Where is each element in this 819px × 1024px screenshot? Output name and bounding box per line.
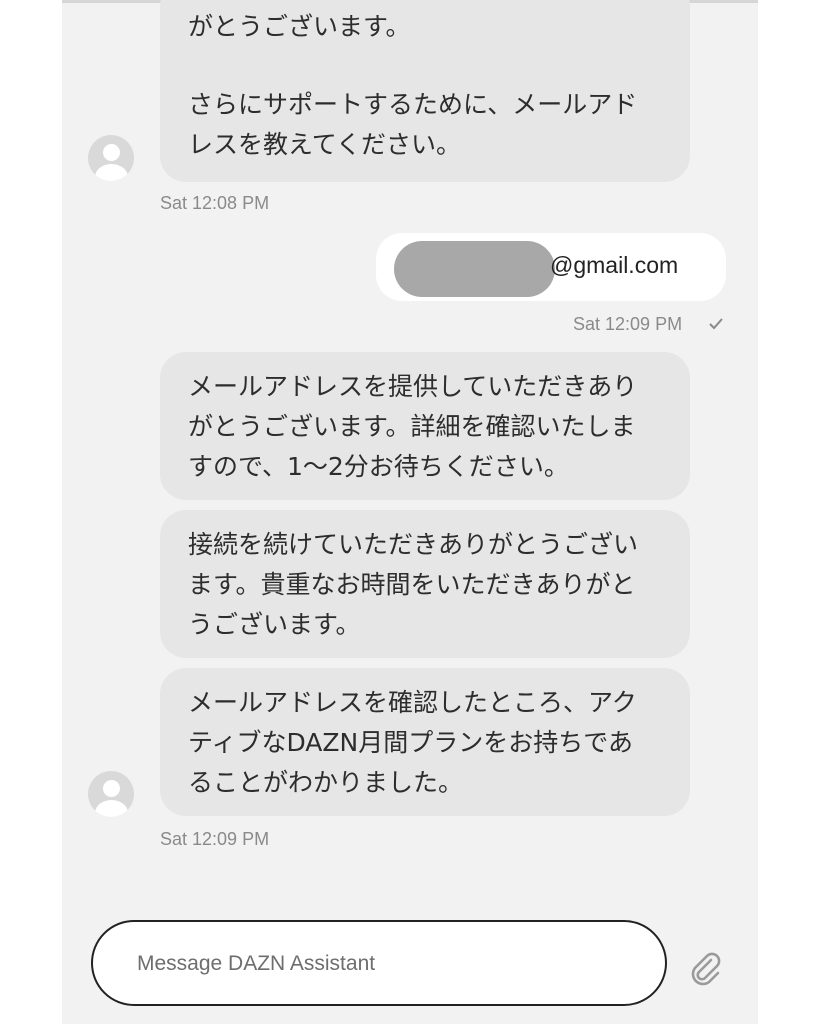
email-suffix: @gmail.com [550, 252, 679, 278]
paperclip-icon[interactable] [684, 946, 724, 986]
message-composer[interactable] [91, 920, 667, 1006]
message-timestamp: Sat 12:08 PM [160, 193, 270, 213]
assistant-avatar-icon [88, 135, 134, 181]
message-line: メールアドレスを提供していただきあり [188, 372, 638, 401]
message-timestamp: Sat 12:09 PM [160, 829, 270, 849]
assistant-message-bubble: メールアドレスを提供していただきあり がとうございます。詳細を確認いたしま すの… [160, 352, 690, 500]
redacted-email-mask [394, 241, 555, 297]
message-line: ティブなDAZN月間プランをお持ちであ [188, 728, 633, 757]
message-line: ます。貴重なお時間をいただきありがと [188, 570, 636, 599]
assistant-message-bubble: 接続を続けていただきありがとうござい ます。貴重なお時間をいただきありがと うご… [160, 510, 690, 658]
message-line: 接続を続けていただきありがとうござい [188, 530, 639, 559]
message-line: がとうございます。詳細を確認いたしま [188, 412, 636, 441]
assistant-message-bubble: がとうございます。 さらにサポートするために、メールアド レスを教えてください。 [160, 0, 690, 182]
message-line: メールアドレスを確認したところ、アク [188, 688, 637, 717]
chat-panel: がとうございます。 さらにサポートするために、メールアド レスを教えてください。… [62, 0, 758, 1024]
message-line: さらにサポートするために、メールアド [188, 90, 638, 119]
message-line: がとうございます。 [188, 12, 411, 41]
message-line: すので、1～2分お待ちください。 [188, 452, 569, 481]
check-icon [709, 318, 723, 330]
assistant-avatar-icon [88, 771, 134, 817]
user-message-bubble: @gmail.com [376, 233, 726, 301]
message-timestamp: Sat 12:09 PM [573, 314, 683, 334]
message-line: うございます。 [188, 610, 361, 639]
assistant-message-bubble: メールアドレスを確認したところ、アク ティブなDAZN月間プランをお持ちであ る… [160, 668, 690, 816]
message-line: ることがわかりました。 [188, 768, 464, 797]
message-line: レスを教えてください。 [188, 130, 462, 159]
message-input[interactable] [137, 946, 617, 982]
